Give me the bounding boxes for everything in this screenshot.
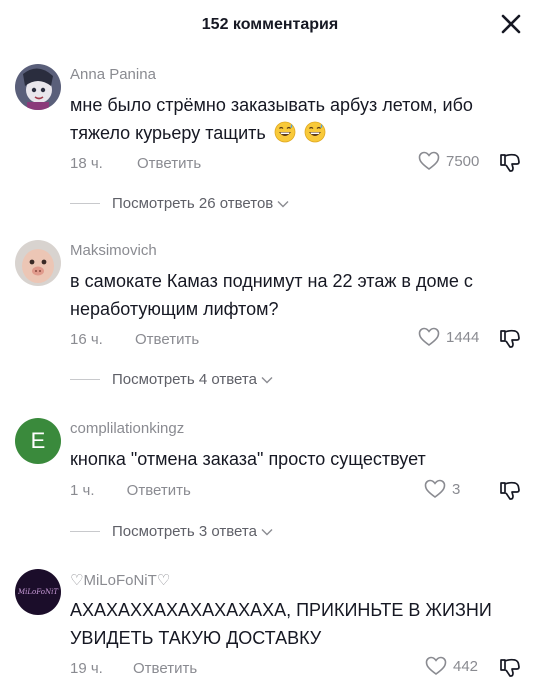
comment-timestamp: 16 ч. bbox=[70, 331, 103, 348]
like-button[interactable]: 3 bbox=[424, 479, 460, 499]
comment-text-wrapper: мне было стрёмно заказывать арбуз летом,… bbox=[70, 91, 525, 147]
comment-author[interactable]: ♡MiLoFoNiT♡ bbox=[70, 571, 170, 589]
thumbs-down-icon bbox=[500, 329, 520, 348]
comments-header: 152 комментария bbox=[0, 0, 540, 50]
like-button[interactable]: 1444 bbox=[418, 327, 479, 347]
close-button[interactable] bbox=[498, 11, 524, 37]
comment-timestamp: 18 ч. bbox=[70, 155, 103, 172]
like-count: 442 bbox=[453, 657, 479, 675]
chevron-down-icon bbox=[261, 376, 273, 383]
view-replies-label: Посмотреть 4 ответа bbox=[112, 371, 257, 388]
thumbs-down-icon bbox=[500, 153, 520, 172]
divider-line bbox=[70, 379, 100, 380]
avatar[interactable] bbox=[15, 240, 61, 286]
reply-button[interactable]: Ответить bbox=[135, 331, 199, 348]
comment-item: MiLoFoNiT ♡MiLoFoNiT♡ АХАХАХХАХАХАХАХАХА… bbox=[0, 565, 540, 690]
comment-text: АХАХАХХАХАХАХАХАХА, ПРИКИНЬТЕ В ЖИЗНИ УВ… bbox=[70, 600, 492, 648]
chevron-down-icon bbox=[277, 200, 289, 207]
close-icon bbox=[501, 14, 521, 34]
like-count: 7500 bbox=[446, 152, 480, 170]
comment-timestamp: 1 ч. bbox=[70, 482, 95, 499]
comment-text: в самокате Камаз поднимут на 22 этаж в д… bbox=[70, 271, 473, 319]
comment-item: Anna Panina мне было стрёмно заказывать … bbox=[0, 60, 540, 220]
reply-button[interactable]: Ответить bbox=[137, 155, 201, 172]
dislike-button[interactable] bbox=[498, 479, 522, 503]
thumbs-down-icon bbox=[500, 481, 520, 500]
view-replies-button[interactable]: Посмотреть 3 ответа bbox=[70, 523, 273, 540]
divider-line bbox=[70, 531, 100, 532]
avatar[interactable]: MiLoFoNiT bbox=[15, 569, 61, 615]
comment-meta: 16 ч. Ответить bbox=[70, 331, 199, 348]
avatar-image bbox=[15, 64, 61, 110]
avatar-image bbox=[15, 240, 61, 286]
thumbs-down-icon bbox=[500, 658, 520, 677]
heart-icon bbox=[424, 479, 446, 498]
comment-author[interactable]: Anna Panina bbox=[70, 66, 156, 83]
view-replies-label: Посмотреть 26 ответов bbox=[112, 195, 274, 212]
comment-text: кнопка "отмена заказа" просто существует bbox=[70, 449, 426, 469]
like-button[interactable]: 7500 bbox=[418, 151, 479, 171]
reply-button[interactable]: Ответить bbox=[127, 482, 191, 499]
dislike-button[interactable] bbox=[498, 151, 522, 175]
comments-count-title: 152 комментария bbox=[201, 16, 339, 33]
comment-meta: 18 ч. Ответить bbox=[70, 155, 201, 172]
comment-text: мне было стрёмно заказывать арбуз летом,… bbox=[70, 95, 473, 143]
comment-author[interactable]: Maksimovich bbox=[70, 242, 157, 259]
grinning-sweat-emoji-icon bbox=[304, 121, 326, 143]
comment-timestamp: 19 ч. bbox=[70, 660, 103, 677]
avatar[interactable] bbox=[15, 64, 61, 110]
comment-item: Maksimovich в самокате Камаз поднимут на… bbox=[0, 236, 540, 396]
dislike-button[interactable] bbox=[498, 656, 522, 680]
comment-item: E complilationkingz кнопка "отмена заказ… bbox=[0, 414, 540, 554]
dislike-button[interactable] bbox=[498, 327, 522, 351]
chevron-down-icon bbox=[261, 528, 273, 535]
view-replies-button[interactable]: Посмотреть 26 ответов bbox=[70, 195, 289, 212]
like-count: 3 bbox=[452, 480, 461, 498]
heart-icon bbox=[425, 656, 447, 675]
grinning-sweat-emoji-icon bbox=[274, 121, 296, 143]
heart-icon bbox=[418, 327, 440, 346]
divider-line bbox=[70, 203, 100, 204]
like-button[interactable]: 442 bbox=[425, 656, 478, 676]
view-replies-label: Посмотреть 3 ответа bbox=[112, 523, 257, 540]
comment-meta: 1 ч. Ответить bbox=[70, 482, 191, 499]
reply-button[interactable]: Ответить bbox=[133, 660, 197, 677]
heart-icon bbox=[418, 151, 440, 170]
comment-author[interactable]: complilationkingz bbox=[70, 420, 184, 437]
comment-meta: 19 ч. Ответить bbox=[70, 660, 197, 677]
view-replies-button[interactable]: Посмотреть 4 ответа bbox=[70, 371, 273, 388]
avatar-text: MiLoFoNiT bbox=[18, 588, 58, 596]
avatar-letter: E bbox=[30, 428, 46, 453]
avatar[interactable]: E bbox=[15, 418, 61, 464]
like-count: 1444 bbox=[446, 328, 480, 346]
